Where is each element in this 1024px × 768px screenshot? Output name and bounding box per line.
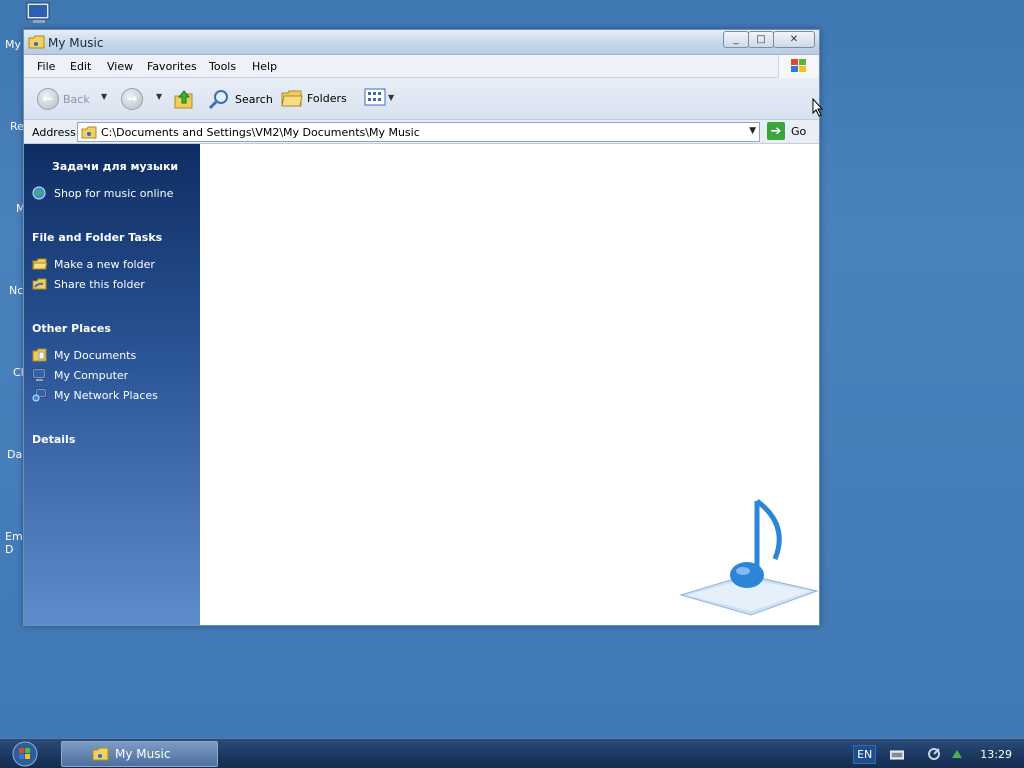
back-button[interactable]: ← Back <box>37 88 90 110</box>
back-history-dropdown[interactable]: ▼ <box>101 92 107 101</box>
menu-favorites[interactable]: Favorites <box>147 60 197 73</box>
taskbar-button-label: My Music <box>115 747 171 761</box>
address-bar: Address C:\Documents and Settings\VM2\My… <box>24 120 819 144</box>
folders-icon <box>281 90 303 107</box>
address-path: C:\Documents and Settings\VM2\My Documen… <box>101 126 420 139</box>
keyboard-icon[interactable] <box>890 748 905 760</box>
music-folder-icon <box>92 747 109 761</box>
menu-edit[interactable]: Edit <box>70 60 91 73</box>
address-input[interactable]: C:\Documents and Settings\VM2\My Documen… <box>77 122 760 142</box>
back-arrow-icon: ← <box>37 88 59 110</box>
folders-button[interactable]: Folders <box>281 88 347 108</box>
other-places-header[interactable]: Other Places <box>32 322 111 335</box>
clock[interactable]: 13:29 <box>980 748 1012 761</box>
taskbar-button-my-music[interactable]: My Music <box>61 741 218 767</box>
dropdown-arrow-icon: ▼ <box>101 92 108 101</box>
folder-up-icon <box>174 90 193 109</box>
my-computer-icon <box>32 368 46 381</box>
forward-history-dropdown[interactable]: ▼ <box>156 92 162 101</box>
maximize-button[interactable]: □ <box>748 31 774 48</box>
taskbar: My Music EN 13:29 <box>0 738 1024 768</box>
dropdown-arrow-icon: ▼ <box>156 92 163 101</box>
make-new-folder-link[interactable]: Make a new folder <box>32 257 155 271</box>
desktop-label-nc[interactable]: Nc <box>9 284 23 297</box>
my-documents-link[interactable]: My Documents <box>32 348 136 362</box>
details-header[interactable]: Details <box>32 433 75 446</box>
window-title: My Music <box>48 36 104 50</box>
up-button[interactable] <box>173 88 195 110</box>
desktop-label-em[interactable]: Em D <box>5 530 23 556</box>
title-bar[interactable]: My Music _ □ ✕ <box>24 30 819 55</box>
windows-logo <box>778 55 818 78</box>
music-folder-icon <box>81 126 97 139</box>
my-computer-desktop-icon[interactable] <box>24 2 54 26</box>
go-button[interactable]: ➔ Go <box>767 122 806 140</box>
my-documents-icon <box>32 348 47 362</box>
back-label: Back <box>63 92 90 106</box>
globe-icon <box>32 186 46 200</box>
explorer-window: My Music _ □ ✕ File Edit View Favorites … <box>23 29 820 626</box>
shop-for-music-label: Shop for music online <box>54 186 174 200</box>
menu-view[interactable]: View <box>107 60 133 73</box>
search-label: Search <box>235 92 273 106</box>
network-places-icon <box>32 388 47 402</box>
share-this-folder-label: Share this folder <box>54 277 145 291</box>
menu-file[interactable]: File <box>37 60 55 73</box>
minimize-button[interactable]: _ <box>723 31 749 48</box>
my-computer-label: My Computer <box>54 368 129 382</box>
maximize-icon: □ <box>756 34 766 45</box>
safely-remove-hardware-icon[interactable] <box>950 748 964 760</box>
my-network-places-label: My Network Places <box>54 388 158 402</box>
menu-tools[interactable]: Tools <box>209 60 236 73</box>
menu-help[interactable]: Help <box>252 60 277 73</box>
search-button[interactable]: Search <box>207 88 273 110</box>
forward-button[interactable]: → <box>121 88 143 110</box>
close-icon: ✕ <box>789 34 799 45</box>
make-new-folder-label: Make a new folder <box>54 257 155 271</box>
my-computer-link[interactable]: My Computer <box>32 368 128 382</box>
my-network-places-link[interactable]: My Network Places <box>32 388 158 402</box>
close-button[interactable]: ✕ <box>773 31 815 48</box>
network-status-icon[interactable] <box>928 748 942 760</box>
folders-label: Folders <box>307 91 347 105</box>
system-tray: EN 13:29 <box>853 739 1024 768</box>
desktop-label-da[interactable]: Da <box>7 448 22 461</box>
address-label: Address <box>32 126 76 139</box>
language-indicator[interactable]: EN <box>853 744 877 764</box>
share-this-folder-link[interactable]: Share this folder <box>32 277 145 291</box>
start-button[interactable] <box>8 741 42 767</box>
mouse-cursor-icon <box>812 98 824 117</box>
go-label: Go <box>791 124 807 138</box>
share-folder-icon <box>32 278 47 290</box>
address-dropdown-icon[interactable]: ▼ <box>749 126 756 136</box>
music-folder-icon <box>28 35 45 49</box>
file-folder-tasks-header[interactable]: File and Folder Tasks <box>32 231 162 244</box>
desktop-label-recycle-bin[interactable]: Re <box>10 120 24 133</box>
shop-for-music-link[interactable]: Shop for music online <box>32 186 173 200</box>
forward-arrow-icon: → <box>121 88 143 110</box>
views-button[interactable]: ▼ <box>364 88 394 106</box>
search-icon <box>208 90 228 110</box>
music-note-watermark-icon <box>679 499 819 616</box>
new-folder-icon <box>32 258 47 270</box>
views-icon <box>364 88 386 106</box>
file-list-area[interactable] <box>200 144 819 625</box>
windows-flag-icon <box>791 59 806 72</box>
minimize-icon: _ <box>733 34 739 45</box>
go-arrow-icon: ➔ <box>767 122 785 140</box>
music-tasks-header[interactable]: Задачи для музыки <box>52 160 178 173</box>
my-documents-label: My Documents <box>54 348 137 362</box>
standard-toolbar: ← Back ▼ → ▼ Search Folders ▼ <box>24 78 819 120</box>
task-pane: Задачи для музыки Shop for music online … <box>24 144 200 625</box>
views-dropdown-arrow-icon: ▼ <box>388 92 395 102</box>
menu-bar: File Edit View Favorites Tools Help <box>24 55 819 78</box>
desktop-label-my-computer[interactable]: My <box>5 38 21 51</box>
